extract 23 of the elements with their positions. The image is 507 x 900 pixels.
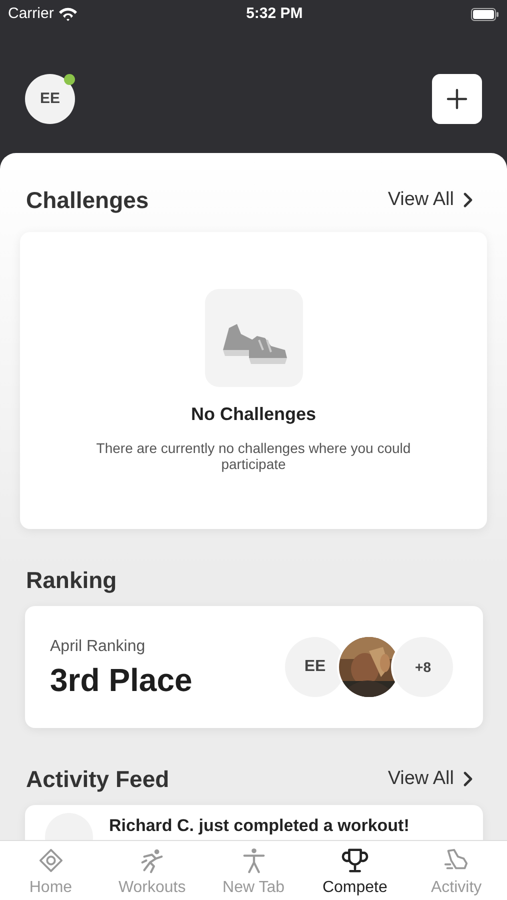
- chevron-right-icon: [462, 192, 473, 208]
- target-icon: [36, 847, 65, 874]
- tab-item[interactable]: Compete: [304, 841, 406, 900]
- view-all-link[interactable]: View All: [388, 765, 473, 794]
- section-title: Activity Feed: [26, 765, 170, 794]
- add-button[interactable]: [432, 74, 482, 124]
- empty-message: There are currently no challenges where you could participate: [95, 440, 412, 474]
- chevron-right-icon: [462, 771, 473, 788]
- feed-message: Richard C. just completed a workout!: [109, 814, 410, 836]
- trophy-icon: [340, 847, 369, 874]
- view-all-link[interactable]: View All: [388, 186, 473, 214]
- status-time: 5:32 PM: [246, 4, 303, 24]
- battery-icon: [471, 8, 500, 20]
- plus-icon: [446, 88, 468, 110]
- ranking-label: April Ranking: [50, 637, 146, 658]
- carrier-name: Carrier: [8, 4, 54, 24]
- wifi-icon: [58, 6, 78, 22]
- section-title: Ranking: [26, 566, 117, 595]
- ranking-place: 3rd Place: [50, 663, 192, 699]
- avatar[interactable]: EE: [25, 74, 75, 124]
- more-members-count[interactable]: +8: [393, 637, 453, 697]
- section-title: Challenges: [26, 186, 149, 215]
- empty-title: No Challenges: [190, 402, 316, 426]
